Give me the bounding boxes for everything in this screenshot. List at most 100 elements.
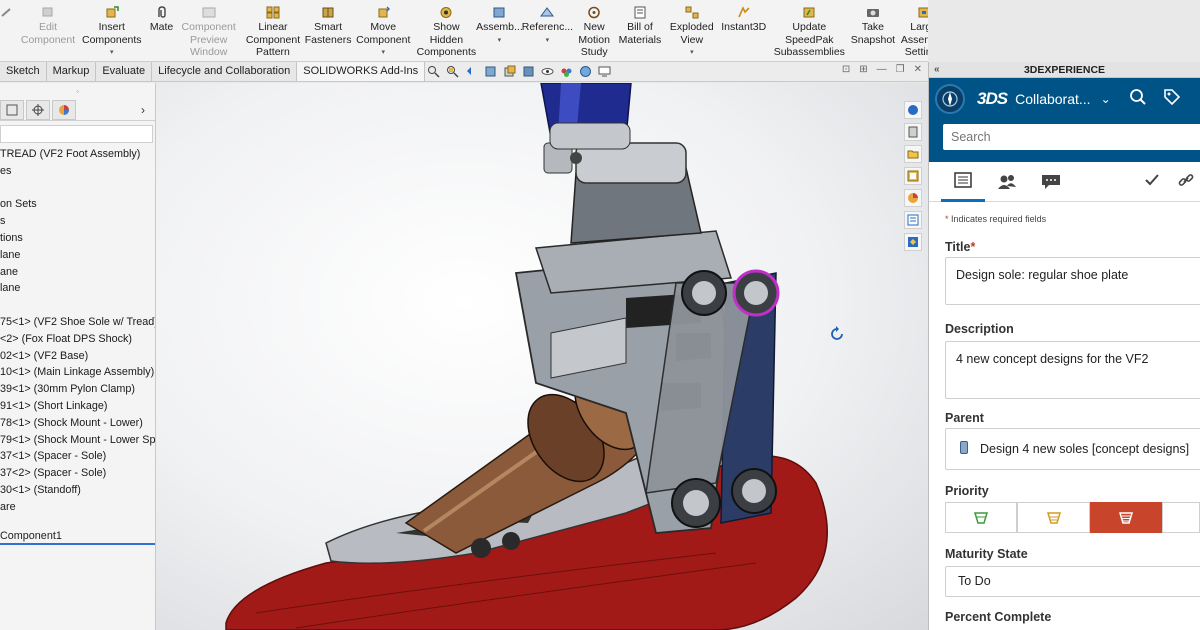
zoom-to-area-icon[interactable] xyxy=(445,64,460,79)
tree-item-plane[interactable]: ane xyxy=(0,264,155,281)
large-assembly-settings-button[interactable]: Large Assembly Settings xyxy=(896,0,928,61)
tree-item-component[interactable]: <2> (Fox Float DPS Shock) xyxy=(0,331,155,348)
chevron-right-icon[interactable]: › xyxy=(131,100,155,120)
property-manager-tab-icon[interactable] xyxy=(0,99,24,120)
close-viewport-icon[interactable]: ✕ xyxy=(914,64,922,75)
command-manager-tabs: Sketch Markup Evaluate Lifecycle and Col… xyxy=(0,62,928,82)
tile-viewport-icon[interactable]: ⊞ xyxy=(859,64,867,75)
properties-tab[interactable] xyxy=(941,162,985,202)
view-orientation-icon[interactable] xyxy=(502,64,517,79)
rotate-icon[interactable] xyxy=(829,326,845,342)
component-preview-button[interactable]: Component Preview Window xyxy=(177,0,241,61)
maximize-viewport-icon[interactable]: ❐ xyxy=(896,64,905,75)
chevron-down-icon[interactable]: ▾ xyxy=(382,47,386,60)
take-snapshot-button[interactable]: Take Snapshot xyxy=(850,0,896,61)
file-explorer-icon[interactable] xyxy=(904,145,922,163)
tree-item-component[interactable]: 91<1> (Short Linkage) xyxy=(0,398,155,415)
move-component-button[interactable]: Move Component ▾ xyxy=(351,0,415,61)
tag-icon[interactable] xyxy=(1163,88,1181,111)
tree-item-plane[interactable]: lane xyxy=(0,280,155,297)
instant3d-button[interactable]: Instant3D xyxy=(719,0,769,61)
tree-item-component[interactable]: 78<1> (Shock Mount - Lower) xyxy=(0,415,155,432)
tree-item-component[interactable]: 39<1> (30mm Pylon Clamp) xyxy=(0,381,155,398)
tree-item[interactable]: es xyxy=(0,163,155,180)
link-icon[interactable] xyxy=(1178,172,1194,193)
3dexperience-tab-icon[interactable] xyxy=(904,233,922,251)
tree-item-component[interactable]: 02<1> (VF2 Base) xyxy=(0,348,155,365)
chevron-down-icon[interactable]: ⌄ xyxy=(1101,92,1111,106)
members-tab[interactable] xyxy=(985,162,1029,202)
appearances-icon[interactable] xyxy=(904,189,922,207)
tree-item-component1[interactable]: Component1 xyxy=(0,529,155,545)
assembly-features-button[interactable]: Assemb... ▾ xyxy=(476,0,523,61)
graphics-viewport[interactable] xyxy=(156,83,928,630)
view-palette-icon[interactable] xyxy=(904,167,922,185)
restore-viewport-icon[interactable]: ⊡ xyxy=(842,64,850,75)
search-icon[interactable] xyxy=(1129,88,1147,111)
reference-geometry-button[interactable]: Referenc... ▾ xyxy=(521,0,573,61)
exploded-view-button[interactable]: Exploded View ▾ xyxy=(665,0,719,61)
search-input[interactable] xyxy=(943,124,1200,150)
parent-field[interactable]: Design 4 new soles [concept designs] xyxy=(945,428,1200,470)
priority-low-option[interactable] xyxy=(945,502,1018,533)
show-hidden-button[interactable]: Show Hidden Components xyxy=(415,0,477,61)
design-library-icon[interactable] xyxy=(904,123,922,141)
tree-item-assembly-root[interactable]: TREAD (VF2 Foot Assembly) xyxy=(0,146,155,163)
description-field[interactable]: 4 new concept designs for the VF2 xyxy=(945,341,1200,399)
previous-view-icon[interactable] xyxy=(464,64,479,79)
tab-markup[interactable]: Markup xyxy=(46,62,97,81)
tree-item[interactable]: are xyxy=(0,499,155,516)
configuration-manager-tab-icon[interactable] xyxy=(26,99,50,120)
priority-high-option[interactable] xyxy=(1089,502,1163,533)
check-icon[interactable] xyxy=(1144,172,1160,193)
edit-component-button[interactable]: Edit Component xyxy=(19,0,77,61)
comments-tab[interactable] xyxy=(1029,162,1073,202)
tree-item[interactable]: tions xyxy=(0,230,155,247)
title-field[interactable]: Design sole: regular shoe plate xyxy=(945,257,1200,305)
zoom-to-fit-icon[interactable] xyxy=(426,64,441,79)
tab-solidworks-addins[interactable]: SOLIDWORKS Add-Ins xyxy=(297,62,426,81)
tab-evaluate[interactable]: Evaluate xyxy=(96,62,153,81)
tree-item[interactable]: on Sets xyxy=(0,196,155,213)
solidworks-resources-icon[interactable] xyxy=(904,101,922,119)
mate-button[interactable]: Mate xyxy=(147,0,177,61)
tree-item-component[interactable]: 75<1> (VF2 Shoe Sole w/ Tread) xyxy=(0,314,155,331)
apply-scene-icon[interactable] xyxy=(578,64,593,79)
edit-appearance-icon[interactable] xyxy=(559,64,574,79)
view-settings-icon[interactable] xyxy=(597,64,612,79)
tab-lifecycle-collaboration[interactable]: Lifecycle and Collaboration xyxy=(152,62,298,81)
chevron-down-icon[interactable]: ▾ xyxy=(690,47,694,60)
double-chevron-left-icon[interactable]: « xyxy=(934,62,940,78)
tree-item-component[interactable]: 37<1> (Spacer - Sole) xyxy=(0,448,155,465)
tree-item-component[interactable]: 79<1> (Shock Mount - Lower Spac xyxy=(0,432,155,449)
smart-fasteners-button[interactable]: Smart Fasteners xyxy=(305,0,351,61)
app-name[interactable]: Collaborat... xyxy=(1015,91,1090,107)
chevron-down-icon[interactable]: ▾ xyxy=(546,35,550,48)
tree-filter-input[interactable] xyxy=(0,125,153,143)
chevron-down-icon[interactable]: ▾ xyxy=(498,35,502,48)
tree-collapse-handle[interactable]: ◦ xyxy=(0,83,155,99)
compass-icon[interactable] xyxy=(935,84,965,114)
chevron-down-icon[interactable]: ▾ xyxy=(110,47,114,60)
tree-item-component[interactable]: 10<1> (Main Linkage Assembly) xyxy=(0,364,155,381)
priority-medium-option[interactable] xyxy=(1017,502,1090,533)
display-style-icon[interactable] xyxy=(521,64,536,79)
new-motion-study-button[interactable]: New Motion Study xyxy=(573,0,615,61)
tree-item-plane[interactable]: lane xyxy=(0,247,155,264)
custom-properties-icon[interactable] xyxy=(904,211,922,229)
hide-show-items-icon[interactable] xyxy=(540,64,555,79)
minimize-viewport-icon[interactable]: — xyxy=(877,64,887,75)
ribbon-cutoff-button[interactable] xyxy=(0,0,19,61)
bill-of-materials-button[interactable]: Bill of Materials xyxy=(615,0,665,61)
tree-item-component[interactable]: 37<2> (Spacer - Sole) xyxy=(0,465,155,482)
display-manager-tab-icon[interactable] xyxy=(52,99,76,120)
maturity-state-select[interactable]: To Do xyxy=(945,566,1200,597)
insert-components-button[interactable]: Insert Components ▾ xyxy=(77,0,147,61)
tree-item-component[interactable]: 30<1> (Standoff) xyxy=(0,482,155,499)
priority-urgent-option[interactable] xyxy=(1162,502,1200,533)
update-speedpak-button[interactable]: Update SpeedPak Subassemblies xyxy=(769,0,850,61)
section-view-icon[interactable] xyxy=(483,64,498,79)
tab-sketch[interactable]: Sketch xyxy=(0,62,47,81)
tree-item[interactable]: s xyxy=(0,213,155,230)
linear-pattern-button[interactable]: Linear Component Pattern ▾ xyxy=(241,0,305,61)
